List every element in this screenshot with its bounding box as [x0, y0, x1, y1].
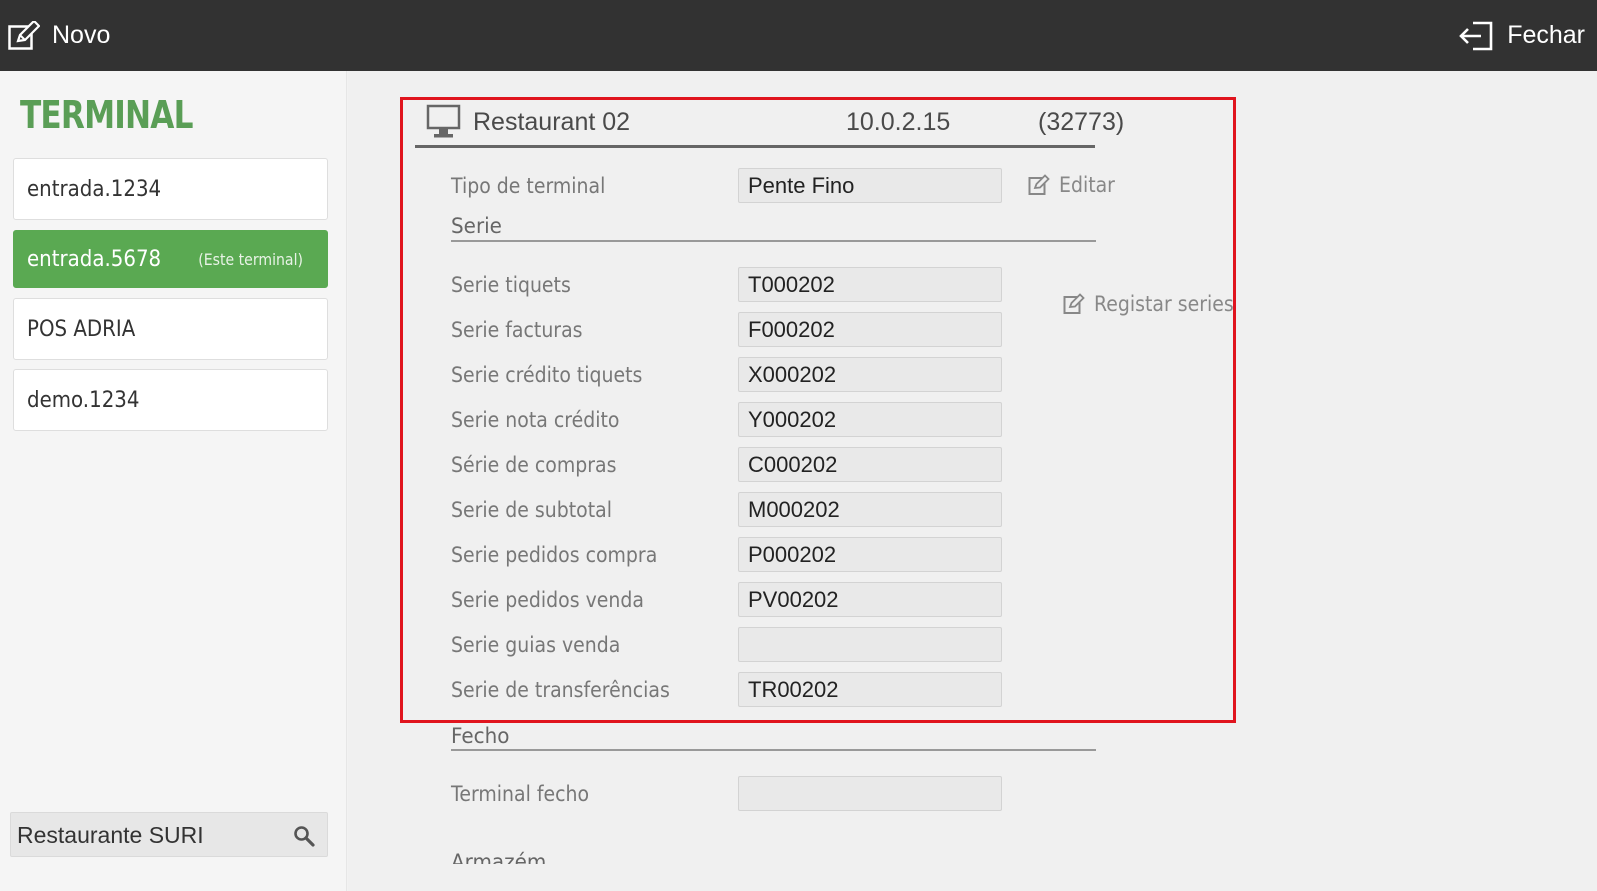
series-label: Serie de subtotal: [451, 498, 612, 522]
series-label: Serie pedidos venda: [451, 588, 644, 612]
this-terminal-note: (Este terminal): [198, 249, 303, 269]
terminal-sidebar: TERMINAL entrada.1234 entrada.5678 (Este…: [0, 71, 347, 891]
search-icon[interactable]: [293, 825, 315, 847]
close-label: Fechar: [1507, 21, 1585, 49]
terminal-item[interactable]: demo.1234: [13, 369, 328, 431]
edit-icon: [1028, 174, 1050, 195]
series-compras-field[interactable]: [738, 447, 1002, 482]
edit-button[interactable]: Editar: [1028, 173, 1121, 197]
terminal-item[interactable]: POS ADRIA: [13, 298, 328, 360]
sidebar-title: TERMINAL: [20, 93, 193, 137]
terminal-type-label: Tipo de terminal: [451, 174, 606, 198]
series-facturas-field[interactable]: [738, 312, 1002, 347]
edit-icon: [8, 20, 40, 50]
exit-icon: [1459, 21, 1493, 50]
fecho-divider: [451, 749, 1096, 751]
register-series-label: Registar series: [1094, 292, 1234, 316]
register-series-button[interactable]: Registar series: [1063, 292, 1249, 316]
terminal-port: (32773): [1038, 108, 1125, 136]
terminal-fecho-field[interactable]: [738, 776, 1002, 811]
new-label: Novo: [52, 21, 111, 49]
series-label: Serie tiquets: [451, 273, 571, 297]
header-divider: [415, 145, 1095, 148]
series-guias-venda-field[interactable]: [738, 627, 1002, 662]
series-credito-tiquets-field[interactable]: [738, 357, 1002, 392]
armazem-section-clip: Armazém: [451, 850, 651, 864]
series-pedidos-compra-field[interactable]: [738, 537, 1002, 572]
terminal-item-label: POS ADRIA: [27, 316, 136, 342]
monitor-icon: [426, 104, 461, 138]
series-nota-credito-field[interactable]: [738, 402, 1002, 437]
series-transferencias-field[interactable]: [738, 672, 1002, 707]
series-label: Série de compras: [451, 453, 617, 477]
terminal-item-label: entrada.1234: [27, 176, 162, 202]
serie-section-title: Serie: [451, 214, 502, 238]
new-button[interactable]: Novo: [8, 0, 110, 71]
store-search: [10, 812, 328, 857]
series-label: Serie nota crédito: [451, 408, 620, 432]
series-label: Serie pedidos compra: [451, 543, 658, 567]
series-label: Serie guias venda: [451, 633, 621, 657]
fecho-section-title: Fecho: [451, 724, 510, 748]
close-button[interactable]: Fechar: [1459, 0, 1585, 71]
terminal-type-field[interactable]: [738, 168, 1002, 203]
store-search-input[interactable]: [17, 821, 277, 849]
terminal-name: Restaurant 02: [473, 108, 631, 136]
series-label: Serie de transferências: [451, 678, 670, 702]
terminal-item-label: demo.1234: [27, 387, 140, 413]
top-bar: Novo Fechar: [0, 0, 1597, 71]
series-label: Serie crédito tiquets: [451, 363, 643, 387]
series-subtotal-field[interactable]: [738, 492, 1002, 527]
terminal-item-label: entrada.5678: [27, 246, 162, 272]
series-tiquets-field[interactable]: [738, 267, 1002, 302]
series-label: Serie facturas: [451, 318, 583, 342]
terminal-ip: 10.0.2.15: [846, 108, 951, 136]
armazem-section-title: Armazém: [451, 850, 547, 864]
edit-icon: [1063, 293, 1085, 314]
serie-divider: [451, 240, 1096, 242]
terminal-fecho-label: Terminal fecho: [451, 782, 590, 806]
terminal-item-selected[interactable]: entrada.5678 (Este terminal): [13, 230, 328, 288]
edit-label: Editar: [1059, 173, 1115, 197]
terminal-item[interactable]: entrada.1234: [13, 158, 328, 220]
series-pedidos-venda-field[interactable]: [738, 582, 1002, 617]
